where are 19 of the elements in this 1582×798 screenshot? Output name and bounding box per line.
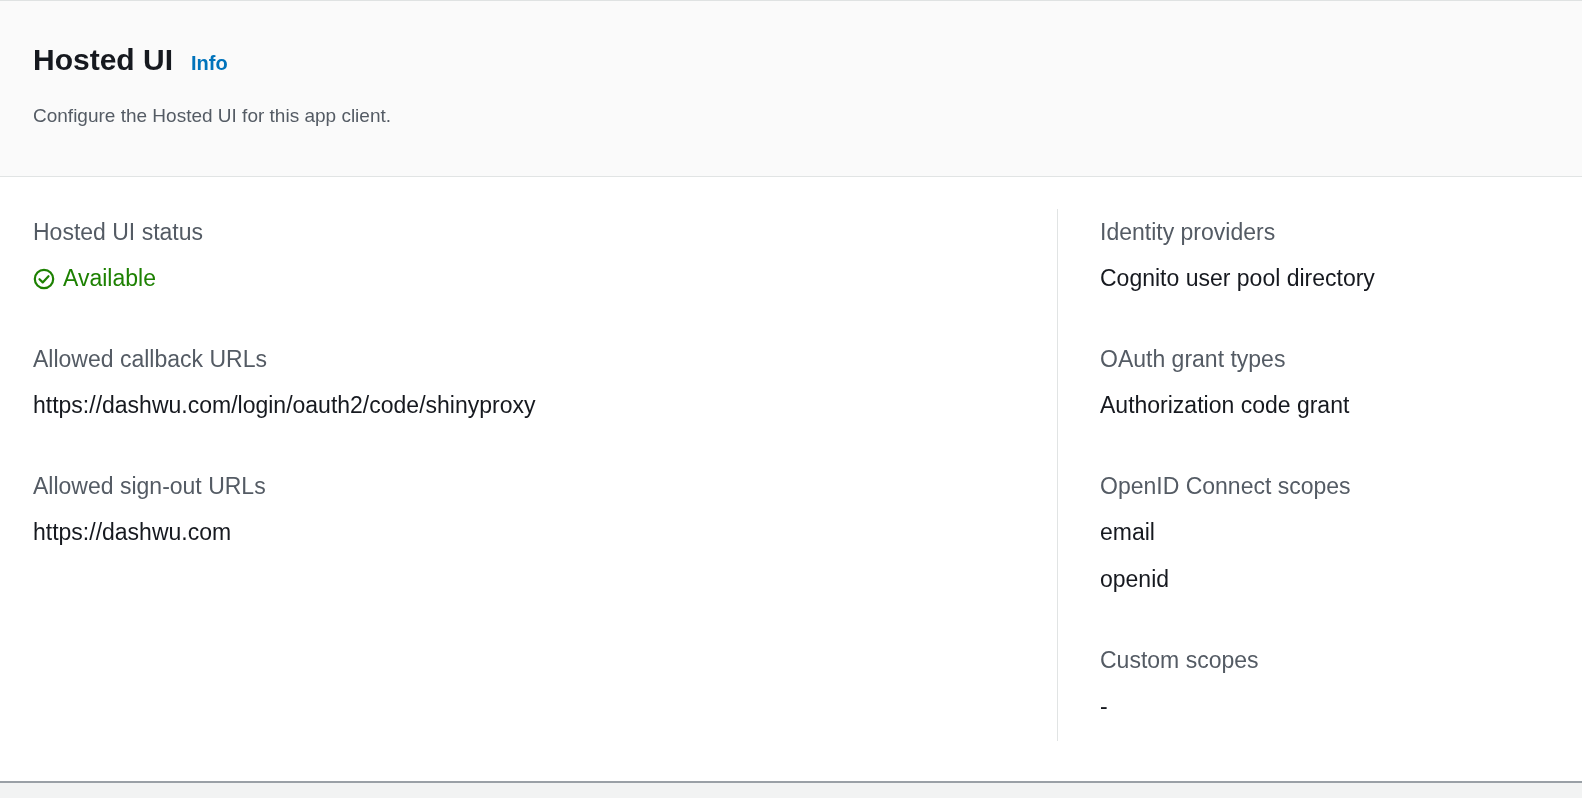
field-label: Identity providers <box>1100 218 1277 247</box>
field-label: Allowed sign-out URLs <box>33 472 267 501</box>
field-value: https://dashwu.com/login/oauth2/code/shinyproxy <box>33 391 537 420</box>
field-label: OAuth grant types <box>1100 345 1287 374</box>
field-value: Cognito user pool directory <box>1100 264 1375 293</box>
field-value: - <box>1100 692 1109 721</box>
status-text: Available <box>63 264 156 293</box>
field-value: openid <box>1100 565 1171 594</box>
field-value: Authorization code grant <box>1100 391 1351 420</box>
field-value: https://dashwu.com <box>33 518 233 547</box>
field-label: Custom scopes <box>1100 646 1260 675</box>
section-description: Configure the Hosted UI for this app client. <box>33 105 393 127</box>
check-circle-icon <box>33 267 55 290</box>
field-label: OpenID Connect scopes <box>1100 472 1352 501</box>
field-label: Hosted UI status <box>33 218 205 247</box>
info-link[interactable]: Info <box>191 52 228 75</box>
section-title: Hosted UI <box>33 43 173 77</box>
field-value: email <box>1100 518 1156 547</box>
field-label: Allowed callback URLs <box>33 345 268 374</box>
